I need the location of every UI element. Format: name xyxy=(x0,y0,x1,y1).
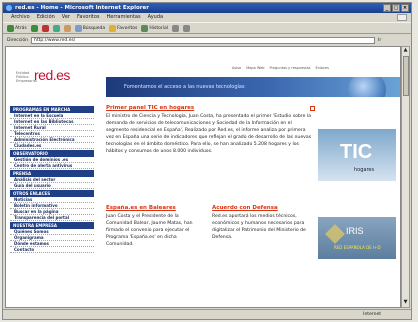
sidebar-heading: OTROS ENLACES xyxy=(10,190,94,197)
mail-icon[interactable] xyxy=(172,24,180,32)
back-button[interactable]: Atrás xyxy=(7,24,27,32)
article-body: Juan Costa y el Presidente de la Comunid… xyxy=(106,214,193,247)
page-viewport: Entidad Pública Empresarial red.es Aviso… xyxy=(5,46,401,308)
address-input[interactable]: http://www.red.es/ xyxy=(31,36,376,44)
menu-ver[interactable]: Ver xyxy=(62,13,70,21)
article-title[interactable]: España.es en Baleares xyxy=(106,205,198,212)
sidebar-heading: NUESTRA EMPRESA xyxy=(10,222,94,229)
article-defensa: Acuerdo con Defensa Red.es aportará los … xyxy=(212,205,312,241)
forward-arrow-icon[interactable] xyxy=(30,24,38,32)
menu-bar: Archivo Edición Ver Favoritos Herramient… xyxy=(3,13,411,21)
menu-archivo[interactable]: Archivo xyxy=(11,13,30,21)
close-button[interactable]: × xyxy=(401,4,409,12)
favorites-button[interactable]: Favoritos xyxy=(109,24,138,32)
topnav-aviso[interactable]: Aviso xyxy=(232,66,241,70)
article-title[interactable]: Primer panel TIC en hogares xyxy=(106,105,314,112)
toolbar: Atrás Búsqueda Favoritos Historial xyxy=(3,22,411,34)
tic-logo-text: TIC xyxy=(340,141,373,163)
topnav-mapa[interactable]: Mapa Web xyxy=(246,66,264,70)
vertical-scrollbar[interactable]: ▲ ▼ xyxy=(401,46,410,308)
menu-herramientas[interactable]: Herramientas xyxy=(107,13,141,21)
sidebar-item[interactable]: Ciudades.es xyxy=(10,143,94,149)
topnav-faq[interactable]: Preguntas y respuestas xyxy=(269,66,310,70)
tic-hogares-image[interactable]: TIC hogares xyxy=(318,129,396,181)
security-zone: Internet xyxy=(363,312,381,317)
scroll-down-icon[interactable]: ▼ xyxy=(402,299,409,307)
sidebar-heading: PROGRAMAS EN MARCHA xyxy=(10,106,94,113)
logo-caption: Entidad Pública Empresarial xyxy=(16,71,37,83)
article-body: El ministro de Ciencia y Tecnología, Jua… xyxy=(106,114,312,154)
menu-ayuda[interactable]: Ayuda xyxy=(148,13,163,21)
address-bar: Dirección http://www.red.es/ Ir xyxy=(3,35,411,45)
article-baleares: España.es en Baleares Juan Costa y el Pr… xyxy=(106,205,198,248)
sidebar-heading: OBSERVATORIO xyxy=(10,150,94,157)
search-button[interactable]: Búsqueda xyxy=(74,24,106,32)
browser-window: red.es - Home - Microsoft Internet Explo… xyxy=(2,2,412,320)
go-button[interactable]: Ir xyxy=(378,38,381,43)
minimize-button[interactable]: _ xyxy=(383,4,391,12)
stop-icon[interactable] xyxy=(41,24,49,32)
menu-edicion[interactable]: Edición xyxy=(37,13,55,21)
back-label: Atrás xyxy=(15,25,27,31)
sidebar-item[interactable]: Centro de alerta antivirus xyxy=(10,163,94,169)
hero-banner: Fomentamos el acceso a las nuevas tecnol… xyxy=(106,77,400,97)
iris-logo-text: IRIS xyxy=(346,226,364,236)
logo-wordmark: red.es xyxy=(34,67,70,83)
star-icon xyxy=(109,24,117,32)
status-bar: Internet xyxy=(3,309,411,319)
history-icon xyxy=(141,24,149,32)
sidebar-item[interactable]: Guía del usuario xyxy=(10,183,94,189)
windows-logo-icon xyxy=(397,14,407,21)
site-logo[interactable]: Entidad Pública Empresarial red.es xyxy=(16,65,88,85)
iris-image[interactable]: IRIS RED ESPAÑOLA DE I+D xyxy=(318,217,396,259)
iris-symbol-icon xyxy=(325,224,345,244)
scroll-up-icon[interactable]: ▲ xyxy=(402,47,409,55)
banner-text: Fomentamos el acceso a las nuevas tecnol… xyxy=(124,84,245,90)
search-icon xyxy=(74,24,82,32)
favorites-label: Favoritos xyxy=(117,25,138,31)
address-label: Dirección xyxy=(7,37,29,43)
sidebar: PROGRAMAS EN MARCHA Internet en la Escue… xyxy=(10,105,94,253)
iris-logo-subtitle: RED ESPAÑOLA DE I+D xyxy=(334,245,381,250)
sidebar-item[interactable]: Contacto xyxy=(10,247,94,253)
maximize-button[interactable]: □ xyxy=(392,4,400,12)
tic-logo-subtitle: hogares xyxy=(354,167,375,173)
globe-graphic xyxy=(348,77,386,97)
top-nav: Aviso Mapa Web Preguntas y respuestas En… xyxy=(232,66,329,70)
window-title: red.es - Home - Microsoft Internet Explo… xyxy=(15,5,149,11)
history-label: Historial xyxy=(149,25,169,31)
title-bar: red.es - Home - Microsoft Internet Explo… xyxy=(3,3,411,13)
bookmark-icon[interactable] xyxy=(310,106,315,111)
article-body: Red.es aportará los medios técnicos, eco… xyxy=(212,214,306,240)
sidebar-item[interactable]: Transparencia del portal xyxy=(10,215,94,221)
topnav-enlaces[interactable]: Enlaces xyxy=(315,66,328,70)
sidebar-heading: PRENSA xyxy=(10,170,94,177)
home-icon[interactable] xyxy=(63,24,71,32)
back-arrow-icon xyxy=(7,24,14,32)
ie-icon xyxy=(6,5,12,11)
article-title[interactable]: Acuerdo con Defensa xyxy=(212,205,312,212)
menu-favoritos[interactable]: Favoritos xyxy=(77,13,100,21)
history-button[interactable]: Historial xyxy=(141,24,169,32)
scroll-thumb[interactable] xyxy=(403,56,409,96)
search-label: Búsqueda xyxy=(82,25,106,31)
refresh-icon[interactable] xyxy=(52,24,60,32)
article-tic-hogares: Primer panel TIC en hogares El ministro … xyxy=(106,105,315,155)
print-icon[interactable] xyxy=(183,24,191,32)
